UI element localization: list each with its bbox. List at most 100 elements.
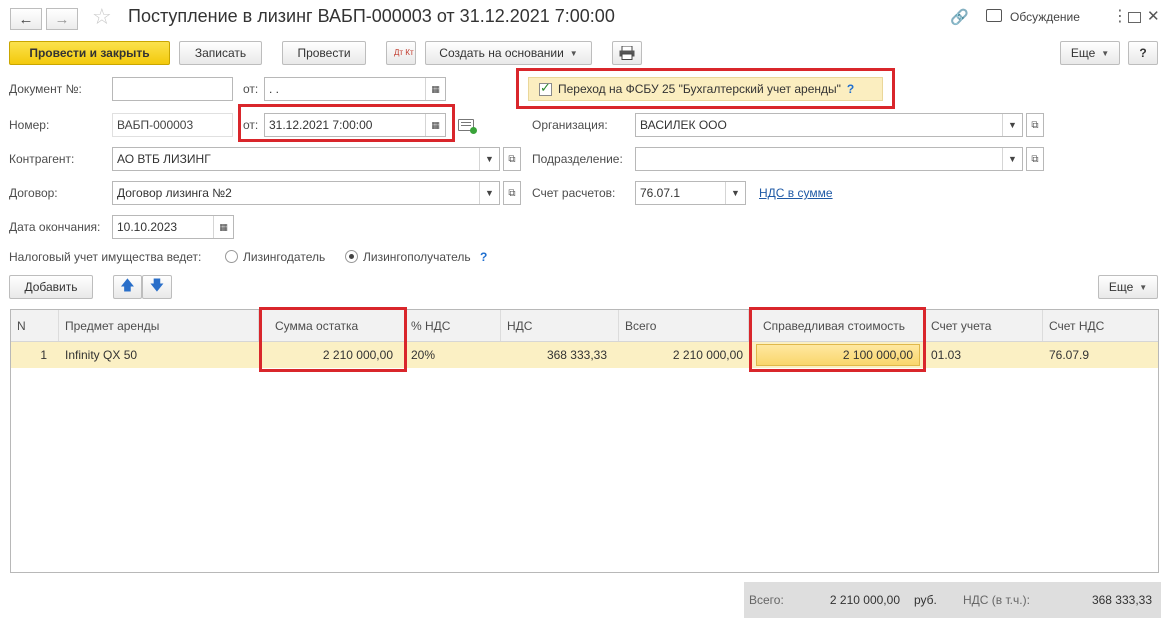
items-table[interactable]: N Предмет аренды Сумма остатка % НДС НДС… — [10, 309, 1159, 573]
vat-total-value: 368 333,33 — [1091, 593, 1152, 607]
column-header-vat-rate[interactable]: % НДС — [405, 310, 501, 341]
help-button[interactable]: ? — [1128, 41, 1158, 65]
arrow-left-icon: ← — [18, 10, 34, 28]
settlement-account-label: Счет расчетов: — [532, 186, 616, 200]
post-button[interactable]: Провести — [282, 41, 366, 65]
column-header-account[interactable]: Счет учета — [925, 310, 1043, 341]
tax-option-lessee[interactable]: Лизингополучатель ? — [345, 250, 487, 264]
arrow-right-icon: → — [54, 10, 70, 28]
contract-value: Договор лизинга №2 — [117, 186, 232, 200]
cell-n: 1 — [40, 348, 47, 362]
help-question-icon[interactable]: ? — [480, 250, 487, 264]
contractor-label: Контрагент: — [9, 152, 75, 166]
more-button[interactable]: Еще ▼ — [1060, 41, 1120, 65]
open-division-icon[interactable]: ⧉ — [1026, 147, 1044, 171]
cell-vat-account[interactable]: 76.07.9 — [1043, 342, 1158, 368]
contractor-value: АО ВТБ ЛИЗИНГ — [117, 152, 211, 166]
doc-date-value: . . — [269, 82, 280, 96]
print-button[interactable] — [612, 41, 642, 65]
radio-unselected-icon — [225, 250, 238, 263]
cell-vat[interactable]: 368 333,33 — [501, 342, 613, 368]
division-input[interactable]: ▼ — [635, 147, 1023, 171]
dt-kt-icon: Дт Кт — [394, 48, 414, 57]
link-icon[interactable]: 🔗 — [950, 8, 969, 26]
table-more-label: Еще — [1108, 280, 1134, 294]
history-icon[interactable] — [458, 119, 477, 134]
tax-accounting-label: Налоговый учет имущества ведет: — [9, 250, 202, 264]
dropdown-arrow-icon[interactable]: ▼ — [479, 148, 499, 170]
more-label: Еще — [1070, 46, 1096, 60]
move-up-button[interactable]: 🡅 — [113, 275, 142, 299]
highlight-box — [516, 68, 895, 109]
contract-input[interactable]: Договор лизинга №2 ▼ — [112, 181, 500, 205]
end-date-input[interactable]: 10.10.2023 ▦ — [112, 215, 234, 239]
column-header-total[interactable]: Всего — [619, 310, 749, 341]
menu-dots-icon[interactable]: ⋮ — [1112, 6, 1128, 26]
settlement-account-input[interactable]: 76.07.1 ▼ — [635, 181, 746, 205]
column-header-vat-account[interactable]: Счет НДС — [1043, 310, 1158, 341]
close-icon[interactable]: ✕ — [1147, 7, 1160, 25]
vat-total-label: НДС (в т.ч.): — [963, 593, 1030, 607]
dropdown-arrow-icon[interactable]: ▼ — [1002, 148, 1022, 170]
back-button[interactable]: ← — [10, 8, 42, 30]
move-down-button[interactable]: 🡇 — [142, 275, 172, 299]
open-contractor-icon[interactable]: ⧉ — [503, 147, 521, 171]
calendar-icon[interactable]: ▦ — [425, 78, 445, 100]
totals-footer: Всего: 2 210 000,00 руб. НДС (в т.ч.): 3… — [744, 582, 1161, 618]
save-button[interactable]: Записать — [179, 41, 262, 65]
radio-selected-icon — [345, 250, 358, 263]
table-more-button[interactable]: Еще ▼ — [1098, 275, 1158, 299]
dropdown-arrow-icon[interactable]: ▼ — [725, 182, 745, 204]
create-based-on-button[interactable]: Создать на основании ▼ — [425, 41, 592, 65]
favorite-star-icon[interactable]: ☆ — [92, 6, 112, 28]
create-based-on-label: Создать на основании — [439, 46, 564, 60]
window-title: Поступление в лизинг ВАБП-000003 от 31.1… — [128, 6, 615, 26]
doc-date-input[interactable]: . . ▦ — [264, 77, 446, 101]
cell-account[interactable]: 01.03 — [925, 342, 1043, 368]
column-header-item[interactable]: Предмет аренды — [59, 310, 259, 341]
tax-option-lessor[interactable]: Лизингодатель — [225, 250, 325, 264]
chevron-down-icon: ▼ — [569, 48, 578, 58]
add-row-button[interactable]: Добавить — [9, 275, 93, 299]
tax-option-lessee-label: Лизингополучатель — [363, 250, 471, 264]
forward-button[interactable]: → — [46, 8, 78, 30]
column-header-vat[interactable]: НДС — [501, 310, 619, 341]
doc-date-label: от: — [243, 82, 259, 96]
discussion-button[interactable]: Обсуждение — [1010, 10, 1080, 24]
organization-value: ВАСИЛЕК ООО — [640, 118, 727, 132]
post-and-close-button[interactable]: Провести и закрыть — [9, 41, 170, 65]
arrow-down-icon: 🡇 — [149, 277, 165, 293]
table-row[interactable]: 1 Infinity QX 50 2 210 000,00 20% 368 33… — [11, 342, 1158, 368]
contract-label: Договор: — [9, 186, 58, 200]
organization-label: Организация: — [532, 118, 608, 132]
cell-vat-rate[interactable]: 20% — [405, 342, 501, 368]
highlight-box — [259, 307, 407, 372]
cell-total[interactable]: 2 210 000,00 — [619, 342, 749, 368]
total-currency: руб. — [914, 593, 937, 607]
vat-included-link[interactable]: НДС в сумме — [759, 186, 833, 200]
dt-kt-button[interactable]: Дт Кт — [386, 41, 416, 65]
discussion-icon[interactable] — [986, 9, 1002, 22]
open-organization-icon[interactable]: ⧉ — [1026, 113, 1044, 137]
end-date-label: Дата окончания: — [9, 220, 101, 234]
total-value: 2 210 000,00 — [829, 593, 900, 607]
column-header-n[interactable]: N — [11, 310, 59, 341]
end-date-value: 10.10.2023 — [117, 220, 178, 234]
highlight-box — [749, 307, 926, 372]
contractor-input[interactable]: АО ВТБ ЛИЗИНГ ▼ — [112, 147, 500, 171]
dropdown-arrow-icon[interactable]: ▼ — [479, 182, 499, 204]
calendar-icon[interactable]: ▦ — [213, 216, 233, 238]
doc-number-label: Документ №: — [9, 82, 82, 96]
settlement-account-value: 76.07.1 — [640, 186, 681, 200]
open-contract-icon[interactable]: ⧉ — [503, 181, 521, 205]
chevron-down-icon: ▼ — [1101, 48, 1110, 58]
number-input[interactable]: ВАБП-000003 — [112, 113, 233, 137]
organization-input[interactable]: ВАСИЛЕК ООО ▼ — [635, 113, 1023, 137]
arrow-up-icon: 🡅 — [120, 277, 135, 293]
number-label: Номер: — [9, 118, 50, 132]
maximize-icon[interactable] — [1128, 12, 1141, 23]
dropdown-arrow-icon[interactable]: ▼ — [1002, 114, 1022, 136]
cell-item[interactable]: Infinity QX 50 — [59, 342, 259, 368]
tax-option-lessor-label: Лизингодатель — [243, 250, 326, 264]
doc-number-input[interactable] — [112, 77, 233, 101]
